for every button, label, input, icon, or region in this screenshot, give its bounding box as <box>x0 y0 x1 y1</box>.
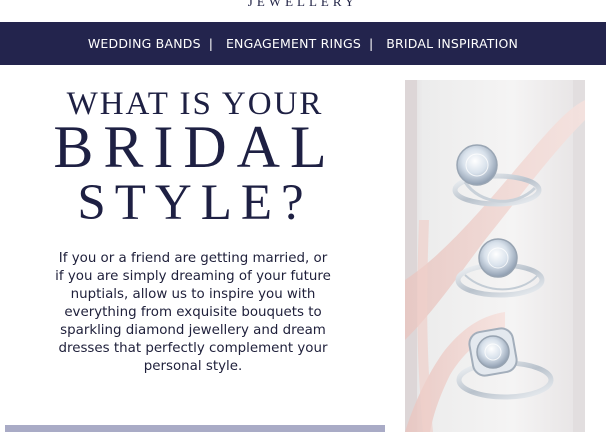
nav-engagement-rings[interactable]: ENGAGEMENT RINGS <box>226 36 361 51</box>
headline-line-2: BRIDAL <box>53 114 337 180</box>
headline-line-3: STYLE? <box>77 175 313 231</box>
rings-illustration <box>405 80 585 432</box>
ring-3 <box>456 327 554 400</box>
ribbon-upper <box>405 100 585 340</box>
main-nav: WEDDING BANDS | ENGAGEMENT RINGS | BRIDA… <box>0 22 606 65</box>
engagement-rings-photo[interactable] <box>405 80 585 432</box>
photo-left-shadow <box>405 80 417 432</box>
nav-bridal-inspiration[interactable]: BRIDAL INSPIRATION <box>386 36 518 51</box>
nav-separator: | <box>368 36 374 51</box>
bottom-divider-bar <box>5 425 385 432</box>
nav-wedding-bands[interactable]: WEDDING BANDS <box>88 36 201 51</box>
brand-logo[interactable]: JEWELLERY <box>0 0 606 16</box>
photo-right-shadow <box>573 80 585 432</box>
nav-separator: | <box>208 36 213 51</box>
intro-paragraph: If you or a friend are getting married, … <box>55 251 331 374</box>
